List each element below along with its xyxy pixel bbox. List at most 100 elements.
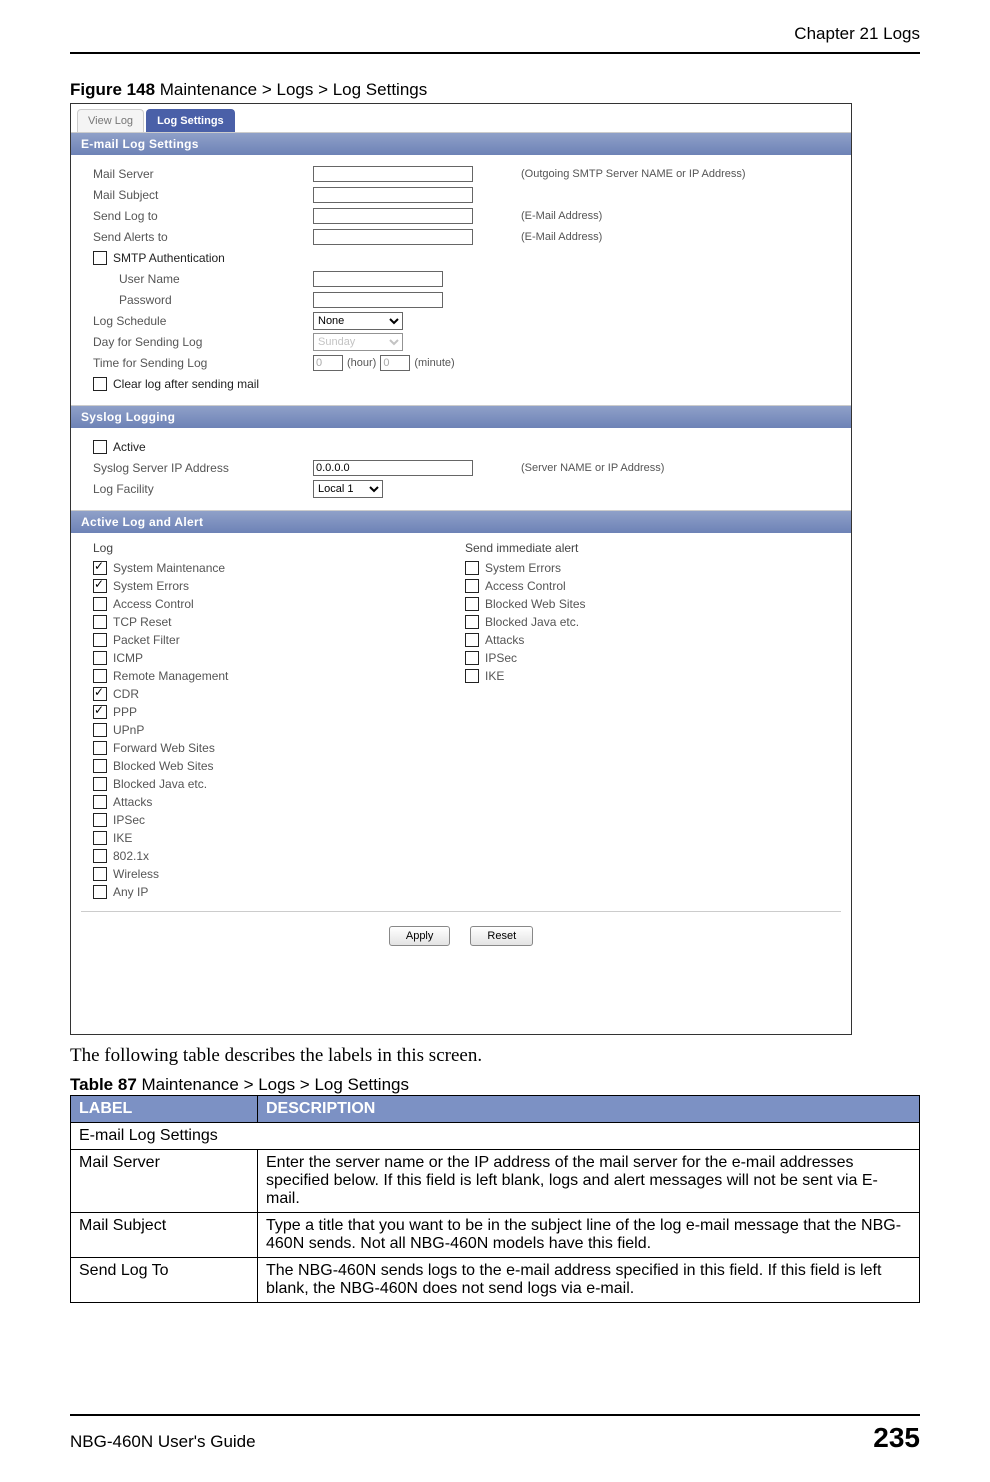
time-hour-input bbox=[313, 355, 343, 371]
log-item-checkbox[interactable] bbox=[93, 579, 107, 593]
username-input[interactable] bbox=[313, 271, 443, 287]
log-facility-label: Log Facility bbox=[93, 482, 313, 496]
mail-subject-label: Mail Subject bbox=[93, 188, 313, 202]
table-label-cell: Mail Subject bbox=[71, 1213, 258, 1258]
log-item-checkbox[interactable] bbox=[93, 849, 107, 863]
log-item-checkbox[interactable] bbox=[93, 795, 107, 809]
log-item: Wireless bbox=[93, 865, 465, 883]
syslog-server-hint: (Server NAME or IP Address) bbox=[521, 462, 664, 474]
log-facility-select[interactable]: Local 1 bbox=[313, 480, 383, 498]
log-item-checkbox[interactable] bbox=[93, 597, 107, 611]
log-item-checkbox[interactable] bbox=[93, 633, 107, 647]
log-item: Packet Filter bbox=[93, 631, 465, 649]
password-input[interactable] bbox=[313, 292, 443, 308]
alert-column-header: Send immediate alert bbox=[465, 541, 837, 555]
log-item-label: IPSec bbox=[113, 813, 145, 827]
table-number: Table 87 bbox=[70, 1075, 137, 1094]
log-item-label: UPnP bbox=[113, 723, 144, 737]
table-row: Mail SubjectType a title that you want t… bbox=[71, 1213, 920, 1258]
log-item: Remote Management bbox=[93, 667, 465, 685]
log-column-header: Log bbox=[93, 541, 465, 555]
log-item-checkbox[interactable] bbox=[93, 561, 107, 575]
log-item-checkbox[interactable] bbox=[93, 705, 107, 719]
alert-item-checkbox[interactable] bbox=[465, 615, 479, 629]
alert-item-label: Attacks bbox=[485, 633, 524, 647]
time-sending-label: Time for Sending Log bbox=[93, 356, 313, 370]
alert-item-checkbox[interactable] bbox=[465, 633, 479, 647]
send-log-to-input[interactable] bbox=[313, 208, 473, 224]
log-item-checkbox[interactable] bbox=[93, 723, 107, 737]
mail-server-hint: (Outgoing SMTP Server NAME or IP Address… bbox=[521, 168, 746, 180]
figure-caption: Figure 148 Maintenance > Logs > Log Sett… bbox=[70, 80, 920, 100]
description-table: LABEL DESCRIPTION E-mail Log SettingsMai… bbox=[70, 1095, 920, 1303]
mail-server-input[interactable] bbox=[313, 166, 473, 182]
log-item-label: Forward Web Sites bbox=[113, 741, 215, 755]
log-item-checkbox[interactable] bbox=[93, 741, 107, 755]
chapter-header: Chapter 21 Logs bbox=[70, 24, 920, 44]
alert-item: IPSec bbox=[465, 649, 837, 667]
section-email-body: Mail Server (Outgoing SMTP Server NAME o… bbox=[71, 155, 851, 405]
syslog-active-checkbox[interactable] bbox=[93, 440, 107, 454]
log-item-checkbox[interactable] bbox=[93, 615, 107, 629]
table-label-cell: Mail Server bbox=[71, 1150, 258, 1213]
log-item: System Maintenance bbox=[93, 559, 465, 577]
log-item-label: CDR bbox=[113, 687, 139, 701]
log-schedule-select[interactable]: None bbox=[313, 312, 403, 330]
log-item: PPP bbox=[93, 703, 465, 721]
log-item-label: ICMP bbox=[113, 651, 143, 665]
alert-column: Send immediate alert System ErrorsAccess… bbox=[465, 541, 837, 901]
alert-item-checkbox[interactable] bbox=[465, 597, 479, 611]
section-active-log-body: Log System MaintenanceSystem ErrorsAcces… bbox=[71, 533, 851, 911]
footer-guide: NBG-460N User's Guide bbox=[70, 1432, 256, 1452]
smtp-auth-label: SMTP Authentication bbox=[113, 251, 225, 265]
log-item-checkbox[interactable] bbox=[93, 759, 107, 773]
log-item-checkbox[interactable] bbox=[93, 777, 107, 791]
alert-item-checkbox[interactable] bbox=[465, 669, 479, 683]
alert-item-checkbox[interactable] bbox=[465, 561, 479, 575]
alert-item: Access Control bbox=[465, 577, 837, 595]
apply-button[interactable]: Apply bbox=[389, 926, 451, 946]
log-item: System Errors bbox=[93, 577, 465, 595]
send-alerts-to-input[interactable] bbox=[313, 229, 473, 245]
clear-log-checkbox[interactable] bbox=[93, 377, 107, 391]
alert-item: Blocked Web Sites bbox=[465, 595, 837, 613]
log-item-checkbox[interactable] bbox=[93, 651, 107, 665]
log-item-label: Attacks bbox=[113, 795, 152, 809]
table-row: Send Log ToThe NBG-460N sends logs to th… bbox=[71, 1258, 920, 1303]
log-schedule-label: Log Schedule bbox=[93, 314, 313, 328]
log-item: Forward Web Sites bbox=[93, 739, 465, 757]
section-syslog-body: Active Syslog Server IP Address (Server … bbox=[71, 428, 851, 510]
time-min-input bbox=[380, 355, 410, 371]
log-item-label: PPP bbox=[113, 705, 137, 719]
table-caption: Table 87 Maintenance > Logs > Log Settin… bbox=[70, 1075, 920, 1095]
day-sending-select: Sunday bbox=[313, 333, 403, 351]
body-text: The following table describes the labels… bbox=[70, 1045, 920, 1067]
syslog-server-input[interactable] bbox=[313, 460, 473, 476]
tab-view-log[interactable]: View Log bbox=[77, 109, 144, 132]
smtp-auth-checkbox[interactable] bbox=[93, 251, 107, 265]
log-item-checkbox[interactable] bbox=[93, 831, 107, 845]
tab-log-settings[interactable]: Log Settings bbox=[146, 109, 235, 132]
log-item-label: IKE bbox=[113, 831, 132, 845]
page-footer: NBG-460N User's Guide 235 bbox=[70, 1414, 920, 1454]
mail-subject-input[interactable] bbox=[313, 187, 473, 203]
log-item-label: Packet Filter bbox=[113, 633, 180, 647]
log-item-checkbox[interactable] bbox=[93, 885, 107, 899]
log-item-label: Any IP bbox=[113, 885, 148, 899]
log-item-checkbox[interactable] bbox=[93, 669, 107, 683]
log-item-checkbox[interactable] bbox=[93, 687, 107, 701]
alert-item-checkbox[interactable] bbox=[465, 579, 479, 593]
log-item: Any IP bbox=[93, 883, 465, 901]
log-item-label: Blocked Java etc. bbox=[113, 777, 207, 791]
mail-server-label: Mail Server bbox=[93, 167, 313, 181]
alert-item: System Errors bbox=[465, 559, 837, 577]
alert-item-label: IPSec bbox=[485, 651, 517, 665]
table-desc-cell: Type a title that you want to be in the … bbox=[258, 1213, 920, 1258]
log-item-checkbox[interactable] bbox=[93, 813, 107, 827]
alert-item-checkbox[interactable] bbox=[465, 651, 479, 665]
log-item: Attacks bbox=[93, 793, 465, 811]
reset-button[interactable]: Reset bbox=[470, 926, 533, 946]
table-section-cell: E-mail Log Settings bbox=[71, 1123, 920, 1150]
tab-bar: View Log Log Settings bbox=[71, 104, 851, 132]
log-item-checkbox[interactable] bbox=[93, 867, 107, 881]
